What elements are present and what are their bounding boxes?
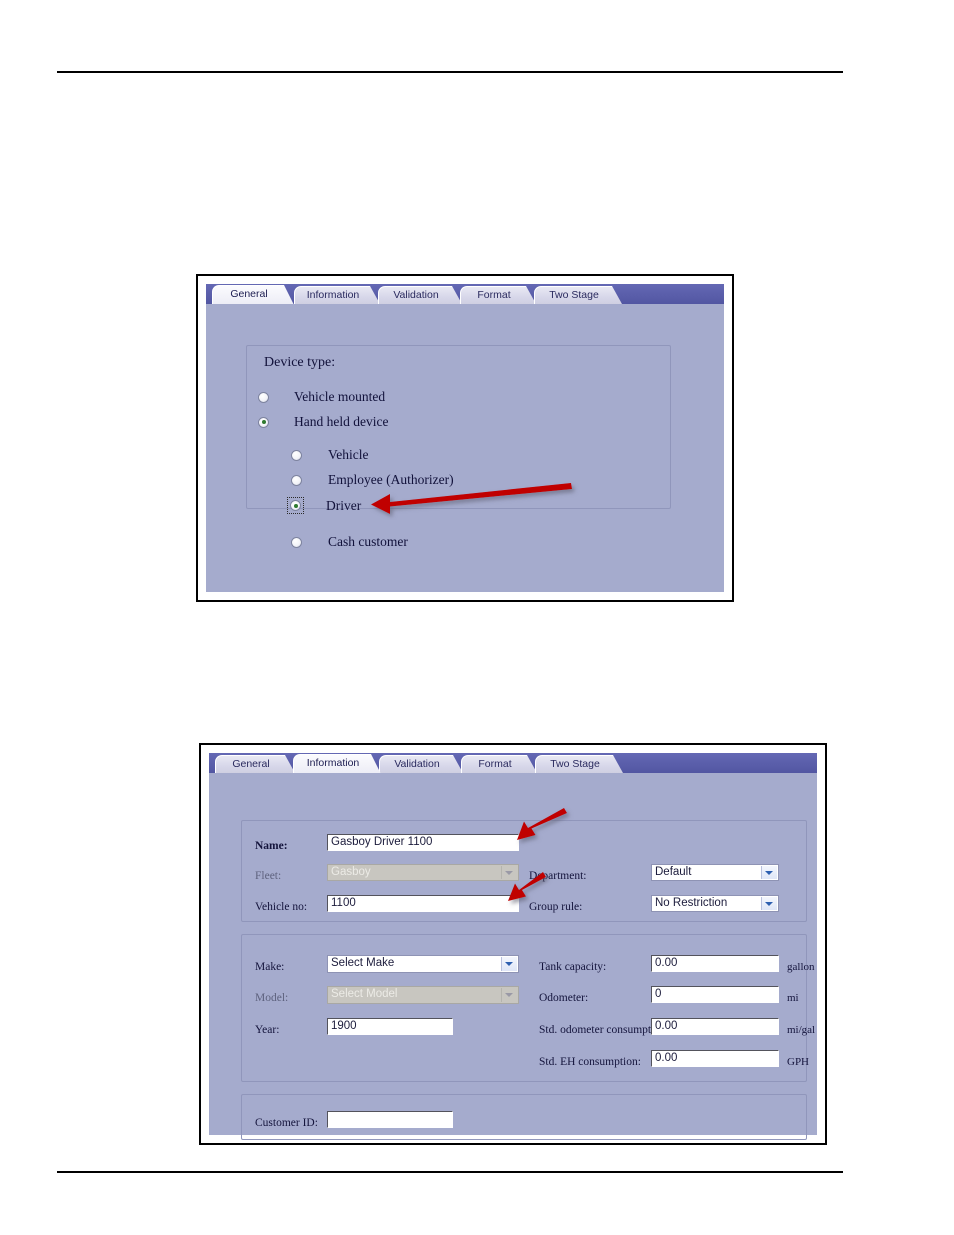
chevron-down-icon[interactable]	[501, 988, 517, 1002]
radio-employee-authorizer-icon[interactable]	[291, 474, 302, 486]
radio-label-cash-customer: Cash customer	[328, 534, 408, 549]
input-tank-capacity[interactable]: 0.00	[651, 955, 779, 972]
tab-general[interactable]: General	[212, 285, 294, 304]
input-std-eh-consumption[interactable]: 0.00	[651, 1050, 779, 1067]
page-footer-rule	[57, 1171, 843, 1173]
radio-vehicle-icon[interactable]	[291, 449, 302, 461]
tab2-general[interactable]: General	[215, 755, 295, 773]
information-dialog: General Information Validation Format Tw…	[209, 753, 817, 1140]
radio-label-driver: Driver	[326, 497, 362, 513]
tab2-information[interactable]: Information	[293, 754, 381, 773]
radio-row-vehicle-mounted[interactable]: Vehicle mounted	[258, 389, 385, 405]
chevron-down-icon[interactable]	[501, 957, 517, 971]
figure-device-type-general: General Information Validation Format Tw…	[196, 274, 734, 602]
tab-two-stage[interactable]: Two Stage	[534, 286, 622, 304]
chevron-down-icon[interactable]	[501, 866, 517, 879]
unit-odometer: mi	[787, 992, 799, 1004]
device-type-legend: Device type:	[264, 355, 336, 370]
input-std-odometer-consumption[interactable]: 0.00	[651, 1018, 779, 1035]
radio-driver-icon[interactable]	[290, 500, 301, 511]
tab2-two-stage[interactable]: Two Stage	[535, 755, 623, 773]
chevron-down-icon[interactable]	[761, 897, 777, 910]
input-customer-id[interactable]	[327, 1111, 453, 1128]
select-fleet-value: Gasboy	[331, 866, 371, 878]
label-make: Make:	[255, 961, 285, 973]
tab2-format[interactable]: Format	[461, 755, 537, 773]
select-model[interactable]: Select Model	[327, 986, 519, 1004]
input-odometer[interactable]: 0	[651, 986, 779, 1003]
radio-cash-customer-icon[interactable]	[291, 536, 302, 548]
select-group-rule-value: No Restriction	[655, 897, 728, 909]
page-header-rule	[57, 71, 843, 73]
select-make[interactable]: Select Make	[327, 955, 519, 973]
label-name: Name:	[255, 840, 288, 852]
select-fleet[interactable]: Gasboy	[327, 864, 519, 881]
label-department: Department:	[529, 870, 587, 882]
label-std-odometer-consumption: Std. odometer consumption:	[539, 1024, 670, 1036]
input-vehicle-no[interactable]: 1100	[327, 895, 519, 912]
label-odometer: Odometer:	[539, 992, 589, 1004]
customer-groupbox	[241, 1094, 807, 1140]
label-customer-id: Customer ID:	[255, 1117, 318, 1129]
chevron-down-icon[interactable]	[761, 866, 777, 879]
tab-information[interactable]: Information	[294, 286, 380, 304]
tab-validation[interactable]: Validation	[378, 286, 462, 304]
tabstrip-general: General Information Validation Format Tw…	[206, 284, 724, 304]
input-year[interactable]: 1900	[327, 1018, 453, 1035]
select-model-value: Select Model	[331, 988, 398, 1000]
unit-tank-capacity: gallon	[787, 961, 815, 973]
select-department[interactable]: Default	[651, 864, 779, 881]
radio-hand-held-device-icon[interactable]	[258, 416, 269, 428]
device-type-dialog: General Information Validation Format Tw…	[206, 284, 724, 592]
label-std-eh-consumption: Std. EH consumption:	[539, 1056, 641, 1068]
tab2-validation[interactable]: Validation	[379, 755, 463, 773]
radio-label-vehicle-mounted: Vehicle mounted	[294, 389, 386, 404]
general-panel-body: Device type: Vehicle mounted Hand held d…	[206, 307, 724, 592]
tab-format[interactable]: Format	[460, 286, 536, 304]
radio-label-hand-held-device: Hand held device	[294, 414, 389, 429]
label-model: Model:	[255, 992, 289, 1004]
radio-row-vehicle[interactable]: Vehicle	[291, 447, 368, 463]
tabstrip-information: General Information Validation Format Tw…	[209, 753, 817, 773]
radio-row-driver[interactable]: Driver	[287, 497, 361, 514]
unit-std-eh-consumption: GPH	[787, 1056, 810, 1068]
select-group-rule[interactable]: No Restriction	[651, 895, 779, 912]
select-department-value: Default	[655, 866, 692, 878]
radio-label-employee-authorizer: Employee (Authorizer)	[328, 472, 454, 487]
information-panel-body: Name: Gasboy Driver 1100 Fleet: Gasboy V…	[209, 776, 817, 1140]
radio-row-hand-held-device[interactable]: Hand held device	[258, 414, 388, 430]
radio-label-vehicle: Vehicle	[328, 447, 369, 462]
figure-information-tab: General Information Validation Format Tw…	[199, 743, 827, 1145]
label-tank-capacity: Tank capacity:	[539, 961, 607, 973]
select-make-value: Select Make	[331, 957, 395, 969]
radio-row-employee-authorizer[interactable]: Employee (Authorizer)	[291, 472, 454, 488]
radio-vehicle-mounted-icon[interactable]	[258, 391, 269, 403]
label-year: Year:	[255, 1024, 280, 1036]
label-fleet: Fleet:	[255, 870, 282, 882]
label-vehicle-no: Vehicle no:	[255, 901, 308, 913]
unit-std-odometer-consumption: mi/gal	[787, 1024, 816, 1036]
label-group-rule: Group rule:	[529, 901, 583, 913]
radio-driver-focus-ring	[287, 497, 304, 514]
radio-row-cash-customer[interactable]: Cash customer	[291, 534, 408, 550]
input-name[interactable]: Gasboy Driver 1100	[327, 834, 519, 851]
